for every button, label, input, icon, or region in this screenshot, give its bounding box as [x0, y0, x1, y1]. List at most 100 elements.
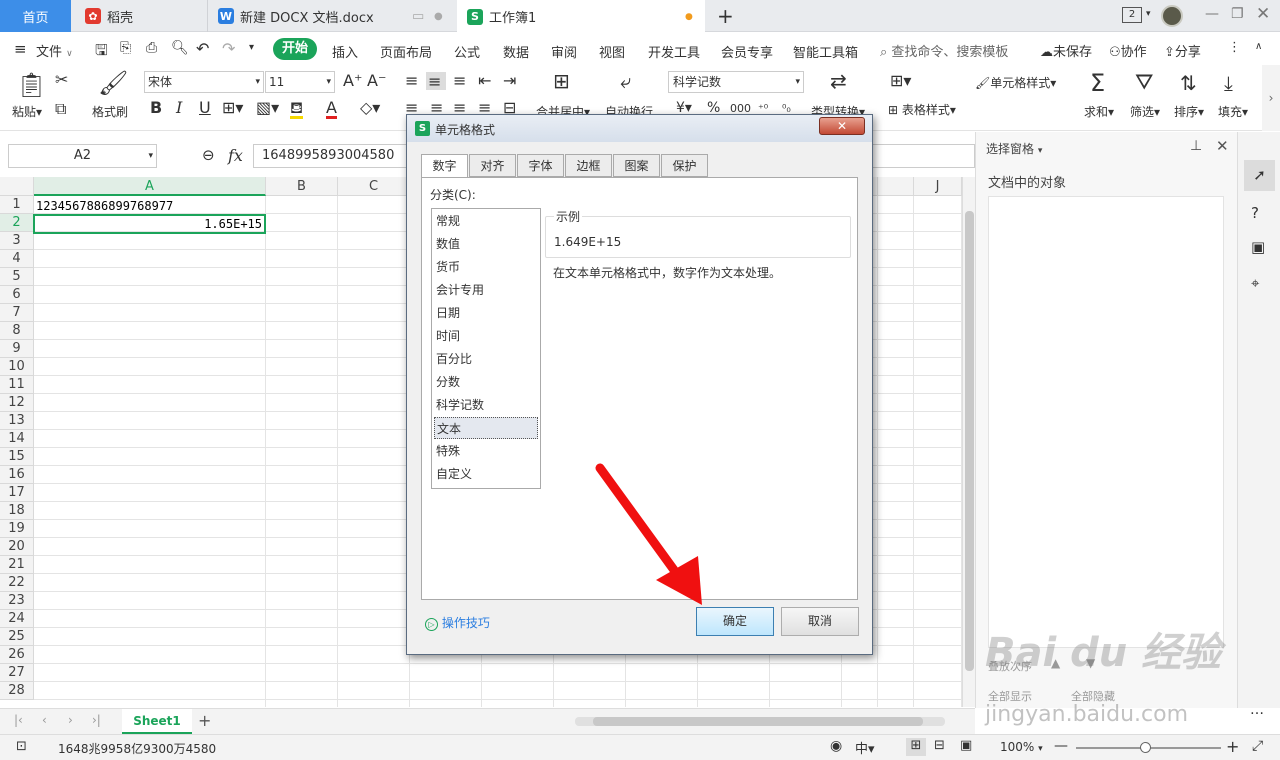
row-header[interactable]: 20	[0, 538, 34, 556]
indent-increase-icon[interactable]: ⇥	[503, 73, 516, 89]
select-arrow-icon[interactable]: ➚	[1244, 160, 1275, 191]
column-header[interactable]	[878, 177, 914, 196]
name-box[interactable]: A2 ▾	[8, 144, 157, 168]
font-size-select[interactable]: 11 ▾	[265, 71, 335, 93]
row-header[interactable]: 15	[0, 448, 34, 466]
number-format-select[interactable]: 科学记数 ▾	[668, 71, 804, 93]
pane-close-icon[interactable]: ✕	[1216, 137, 1229, 155]
copy-icon[interactable]: ⧉	[55, 101, 66, 117]
cell-style-button[interactable]: 🖌︎单元格样式▾	[975, 74, 1056, 91]
row-header[interactable]: 26	[0, 646, 34, 664]
row-header[interactable]: 22	[0, 574, 34, 592]
category-item[interactable]: 自定义	[434, 463, 538, 485]
category-item[interactable]: 文本	[434, 417, 538, 439]
cut-icon[interactable]: ✂	[55, 72, 68, 88]
row-header[interactable]: 17	[0, 484, 34, 502]
menu-tab-data[interactable]: 数据	[503, 42, 529, 61]
vertical-scrollbar[interactable]	[962, 177, 975, 707]
restore-icon[interactable]: ❐	[1231, 6, 1244, 22]
conditional-format-icon[interactable]: ⊞▾	[890, 73, 911, 89]
column-header[interactable]: C	[338, 177, 410, 196]
dialog-tab-font[interactable]: 字体	[517, 154, 564, 177]
print-preview-icon[interactable]: 🔍︎	[171, 40, 189, 56]
pane-title[interactable]: 选择窗格 ▾	[986, 140, 1042, 157]
menu-tab-smart-tools[interactable]: 智能工具箱	[793, 42, 858, 61]
row-header[interactable]: 25	[0, 628, 34, 646]
row-header[interactable]: 9	[0, 340, 34, 358]
column-header[interactable]: A	[34, 177, 266, 196]
share-button[interactable]: ⇪分享	[1164, 41, 1201, 60]
dialog-tab-alignment[interactable]: 对齐	[469, 154, 516, 177]
row-header[interactable]: 1	[0, 196, 34, 214]
horizontal-scroll-thumb[interactable]	[593, 717, 923, 726]
tab-home[interactable]: 首页	[0, 0, 71, 32]
next-sheet-icon[interactable]: ›	[68, 713, 73, 727]
border-icon[interactable]: ⊞▾	[222, 100, 243, 116]
ribbon-scroll-right-icon[interactable]: ›	[1262, 65, 1280, 131]
tab-daoke[interactable]: ✿ 稻壳	[75, 0, 205, 32]
sort-icon[interactable]: ⇅	[1180, 71, 1197, 95]
row-header[interactable]: 23	[0, 592, 34, 610]
select-all-corner[interactable]	[0, 177, 34, 196]
first-sheet-icon[interactable]: |‹	[14, 713, 23, 727]
category-item[interactable]: 百分比	[434, 348, 538, 370]
page-break-view-icon[interactable]: ▣	[960, 738, 972, 753]
dialog-titlebar[interactable]: S 单元格格式 ✕	[407, 115, 872, 142]
column-header[interactable]: B	[266, 177, 338, 196]
tab-docx[interactable]: W 新建 DOCX 文档.docx ▭ ●	[207, 0, 455, 32]
menu-tab-start[interactable]: 开始	[273, 38, 317, 60]
row-header[interactable]: 27	[0, 664, 34, 682]
format-painter-icon[interactable]: 🖌︎	[98, 71, 128, 95]
zoom-slider[interactable]	[1076, 742, 1221, 753]
minimize-icon[interactable]: —	[1205, 6, 1219, 22]
row-header[interactable]: 16	[0, 466, 34, 484]
wrap-icon[interactable]: ⤶	[620, 71, 631, 91]
unsaved-button[interactable]: ☁未保存	[1040, 41, 1092, 60]
table-style-button[interactable]: ⊞ 表格样式▾	[888, 101, 956, 118]
help-icon[interactable]: ?	[1251, 204, 1259, 222]
cell-a1[interactable]: 1234567886899768977	[36, 199, 173, 213]
prev-sheet-icon[interactable]: ‹	[42, 713, 47, 727]
undo-icon[interactable]: ↶	[196, 39, 209, 58]
align-top-icon[interactable]: ≡	[405, 73, 418, 89]
filter-button[interactable]: 筛选▾	[1130, 103, 1160, 120]
eye-protect-icon[interactable]: ◉	[830, 738, 842, 754]
underline-icon[interactable]: U	[199, 100, 211, 116]
zoom-formula-icon[interactable]: ⊖	[202, 146, 215, 164]
file-menu[interactable]: 文件 ∨	[36, 41, 73, 60]
row-header[interactable]: 14	[0, 430, 34, 448]
align-middle-icon[interactable]: ≡	[426, 72, 446, 91]
menu-tab-review[interactable]: 审阅	[551, 42, 577, 61]
paste-icon[interactable]: 📋︎	[16, 73, 46, 97]
print-icon[interactable]: ⎙	[146, 40, 157, 56]
page-layout-view-icon[interactable]: ⊟	[934, 738, 945, 753]
merge-icon[interactable]: ⊞	[553, 71, 570, 91]
paste-button[interactable]: 粘贴▾	[12, 103, 42, 120]
quick-access-dropdown-icon[interactable]: ▾	[249, 42, 254, 53]
row-header[interactable]: 2	[0, 214, 34, 232]
format-painter-button[interactable]: 格式刷	[92, 103, 128, 120]
row-header[interactable]: 11	[0, 376, 34, 394]
fill-color-icon[interactable]: ⛾	[290, 100, 304, 119]
menu-tab-view[interactable]: 视图	[599, 42, 625, 61]
more-icon[interactable]: ⋮	[1228, 40, 1241, 55]
category-item[interactable]: 数值	[434, 233, 538, 255]
zoom-in-icon[interactable]: +	[1226, 737, 1239, 756]
type-convert-icon[interactable]: ⇄	[830, 71, 847, 91]
dialog-tab-number[interactable]: 数字	[421, 154, 468, 178]
monitor-icon[interactable]: ▭	[412, 9, 424, 24]
row-header[interactable]: 6	[0, 286, 34, 304]
window-count-icon[interactable]: 2	[1122, 7, 1142, 23]
macro-icon[interactable]: ⊡	[16, 739, 27, 754]
row-header[interactable]: 4	[0, 250, 34, 268]
font-name-select[interactable]: 宋体 ▾	[144, 71, 264, 93]
tips-link[interactable]: ▷ 操作技巧	[425, 614, 490, 631]
category-item[interactable]: 常规	[434, 210, 538, 232]
add-sheet-icon[interactable]: +	[198, 711, 211, 730]
dialog-close-icon[interactable]: ✕	[819, 117, 865, 135]
normal-view-icon[interactable]: ⊞	[906, 738, 926, 756]
row-header[interactable]: 12	[0, 394, 34, 412]
export-icon[interactable]: ⎘	[120, 40, 131, 56]
input-mode-icon[interactable]: 中▾	[855, 738, 875, 757]
row-header[interactable]: 8	[0, 322, 34, 340]
